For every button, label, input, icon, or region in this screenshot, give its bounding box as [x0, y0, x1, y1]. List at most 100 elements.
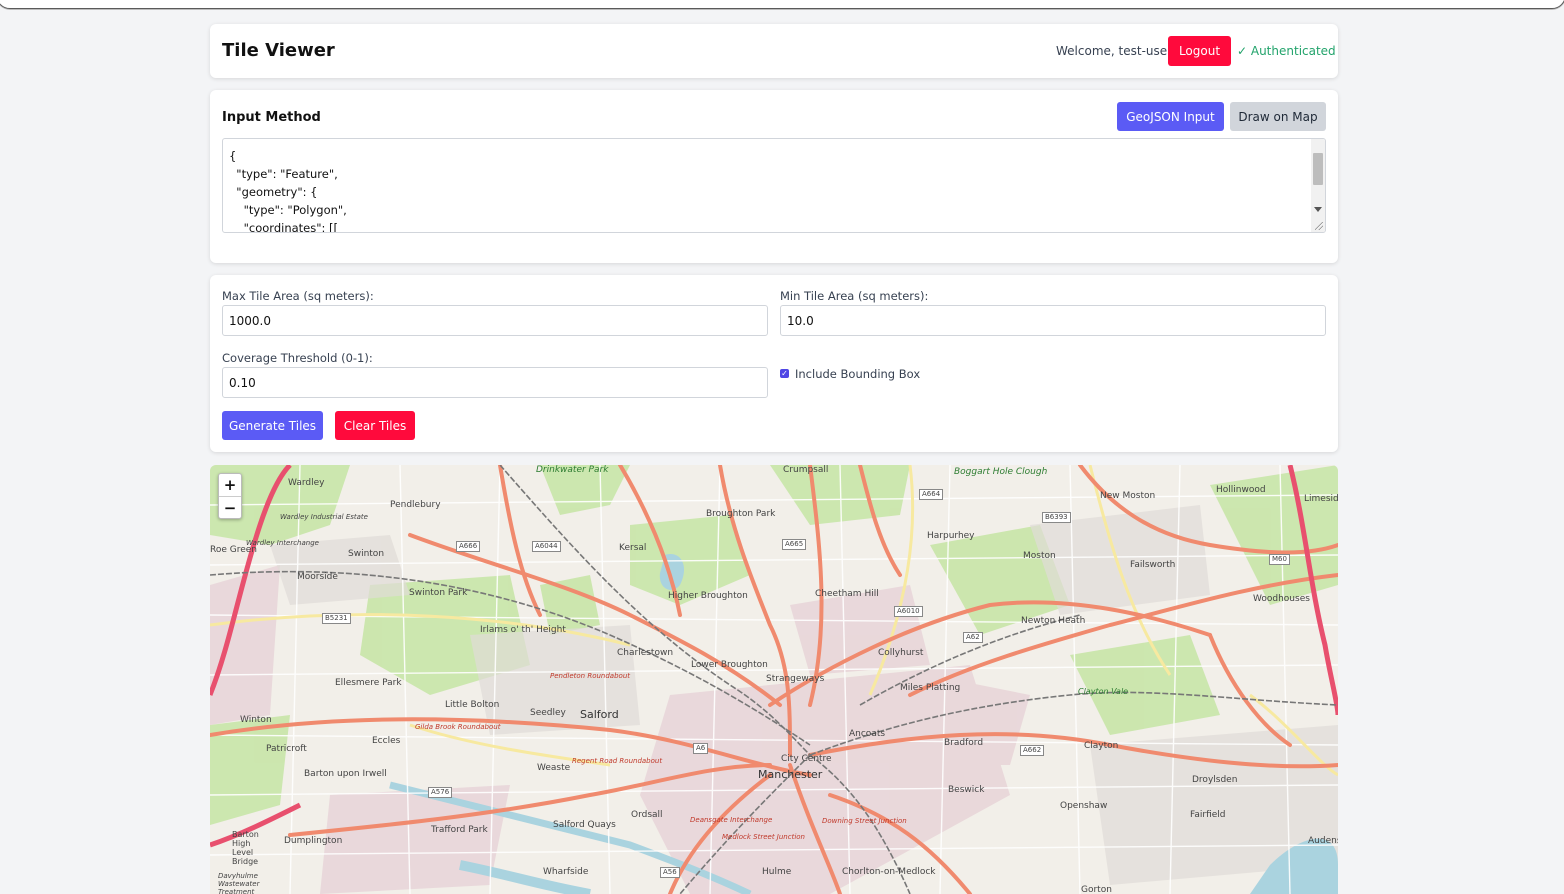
draw-on-map-button[interactable]: Draw on Map	[1230, 102, 1326, 131]
min-area-input[interactable]: 10.0	[780, 305, 1326, 336]
map-label: Patricroft	[266, 744, 307, 754]
map-label: Ellesmere Park	[335, 678, 402, 688]
map-label: Manchester	[758, 768, 823, 781]
max-area-label: Max Tile Area (sq meters):	[222, 289, 374, 303]
logout-button[interactable]: Logout	[1168, 36, 1231, 66]
road-shield: A666	[456, 541, 481, 552]
map-label: Pendlebury	[390, 500, 441, 510]
map-label: Winton	[240, 715, 272, 725]
map-label: Hollinwood	[1216, 485, 1266, 495]
min-area-label: Min Tile Area (sq meters):	[780, 289, 929, 303]
page-title: Tile Viewer	[222, 40, 335, 61]
map-label: Roe Green	[210, 545, 258, 555]
scroll-down-icon[interactable]	[1314, 207, 1322, 212]
map-view[interactable]: + − Crumpsall Drinkwater Park Boggart Ho…	[210, 465, 1338, 894]
map-label: Wardley	[288, 478, 325, 488]
map-label: Swinton	[348, 549, 385, 559]
zoom-in-button[interactable]: +	[219, 474, 241, 496]
map-label: Eccles	[372, 736, 401, 746]
map-label: Barton upon Irwell	[304, 769, 387, 779]
map-label: Downing Street Junction	[822, 817, 907, 825]
road-shield: A56	[660, 867, 680, 878]
map-label: Seedley	[530, 708, 566, 718]
map-label: Ordsall	[631, 810, 663, 820]
map-label: Wardley Industrial Estate	[280, 513, 368, 521]
map-label: Moorside	[297, 572, 338, 582]
map-label: Miles Platting	[900, 683, 961, 693]
map-label: Ancoats	[849, 729, 886, 739]
map-label: Openshaw	[1060, 801, 1108, 811]
map-label: Crumpsall	[783, 465, 829, 475]
map-label: Limeside	[1304, 494, 1338, 504]
road-shield: A6010	[894, 606, 923, 617]
map-label: Salford Quays	[553, 820, 616, 830]
map-label: Boggart Hole Clough	[954, 467, 1048, 477]
map-label: Failsworth	[1130, 560, 1176, 570]
max-area-input[interactable]: 1000.0	[222, 305, 768, 336]
map-label: Woodhouses	[1253, 594, 1310, 604]
road-shield: M60	[1269, 554, 1290, 565]
map-label: Regent Road Roundabout	[572, 757, 663, 765]
road-shield: A6	[693, 743, 709, 754]
coverage-label: Coverage Threshold (0-1):	[222, 351, 373, 365]
map-label: Little Bolton	[445, 700, 500, 710]
map-label: Bradford	[944, 738, 984, 748]
bounding-box-label: Include Bounding Box	[795, 367, 921, 381]
map-label: Gilda Brook Roundabout	[415, 723, 501, 731]
zoom-out-button[interactable]: −	[219, 496, 241, 519]
map-label: Clayton Vale	[1078, 687, 1129, 696]
map-label: Moston	[1023, 551, 1056, 561]
map-label: New Moston	[1100, 491, 1156, 501]
road-shield: A664	[919, 489, 944, 500]
map-label: Chorlton-on-Medlock	[842, 867, 936, 877]
map-label: Gorton	[1081, 885, 1112, 894]
map-label: Weaste	[537, 763, 571, 773]
browser-frame	[0, 0, 1564, 9]
textarea-scrollbar[interactable]	[1311, 139, 1325, 232]
map-label: Newton Heath	[1021, 616, 1086, 626]
resize-grip-icon[interactable]	[1315, 222, 1323, 230]
coverage-input[interactable]: 0.10	[222, 367, 768, 398]
zoom-control: + −	[218, 473, 242, 519]
map-label: Salford	[580, 708, 619, 721]
map-label: Clayton	[1084, 741, 1119, 751]
map-label: Deansgate Interchange	[690, 816, 773, 824]
road-shield: B6393	[1042, 512, 1071, 523]
road-shield: A6044	[532, 541, 561, 552]
app-header: Tile Viewer Welcome, test-user Logout ✓ …	[210, 24, 1338, 78]
map-label: Trafford Park	[431, 825, 488, 835]
road-shield: A62	[963, 632, 983, 643]
bounding-box-checkbox[interactable]: ✓	[780, 369, 789, 378]
auth-status: ✓ Authenticated	[1237, 44, 1336, 58]
map-label: Hulme	[762, 867, 792, 877]
map-label: Wharfside	[543, 867, 589, 877]
map-label: Strangeways	[766, 674, 825, 684]
map-label: Beswick	[948, 785, 985, 795]
map-label: Davyhulme Wastewater Treatment	[218, 872, 260, 894]
map-label: Irlams o' th' Height	[480, 625, 566, 635]
road-shield: B5231	[322, 613, 351, 624]
geojson-text: { "type": "Feature", "geometry": { "type…	[229, 149, 347, 233]
map-label: Broughton Park	[706, 509, 776, 519]
map-label: Higher Broughton	[668, 591, 748, 601]
map-label: City Centre	[781, 754, 832, 764]
geojson-input-button[interactable]: GeoJSON Input	[1117, 102, 1224, 131]
map-label: Medlock Street Junction	[722, 833, 805, 841]
generate-tiles-button[interactable]: Generate Tiles	[222, 411, 323, 440]
road-shield: A576	[428, 787, 453, 798]
clear-tiles-button[interactable]: Clear Tiles	[335, 411, 415, 440]
map-label: Pendleton Roundabout	[550, 672, 631, 680]
map-label: Lower Broughton	[691, 660, 768, 670]
tile-parameters-panel: Max Tile Area (sq meters): 1000.0 Min Ti…	[210, 275, 1338, 452]
map-label: Drinkwater Park	[536, 465, 609, 475]
input-method-title: Input Method	[222, 110, 321, 125]
input-method-panel: Input Method GeoJSON Input Draw on Map {…	[210, 90, 1338, 263]
road-shield: A662	[1020, 745, 1045, 756]
scrollbar-thumb[interactable]	[1313, 153, 1323, 185]
road-shield: A665	[782, 539, 807, 550]
map-label: Collyhurst	[878, 648, 924, 658]
map-label: Droylsden	[1192, 775, 1238, 785]
map-label: Audenshaw	[1308, 836, 1338, 846]
map-label: Kersal	[619, 543, 647, 553]
geojson-textarea[interactable]: { "type": "Feature", "geometry": { "type…	[222, 138, 1326, 233]
